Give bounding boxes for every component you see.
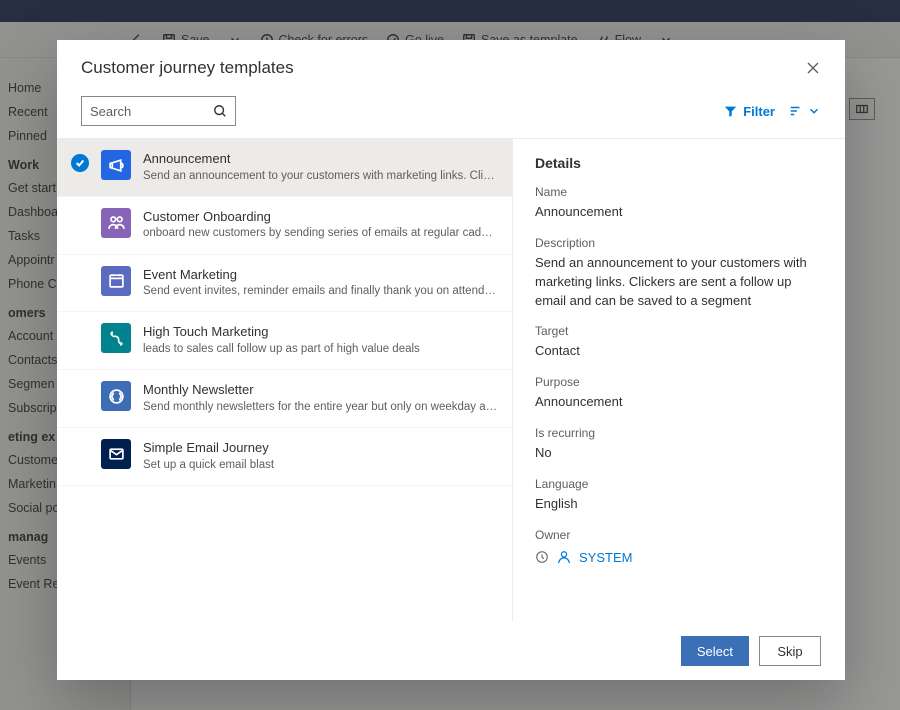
selection-indicator	[71, 154, 89, 172]
detail-name-label: Name	[535, 185, 823, 199]
template-picker-modal: Customer journey templates Search Filter…	[57, 40, 845, 680]
clock-icon	[535, 550, 549, 564]
template-description: Send an announcement to your customers w…	[143, 168, 498, 185]
template-name: Monthly Newsletter	[143, 381, 498, 399]
selection-indicator	[71, 270, 89, 288]
detail-owner-value[interactable]: SYSTEM	[579, 550, 632, 565]
template-list: AnnouncementSend an announcement to your…	[57, 139, 512, 622]
template-name: Event Marketing	[143, 266, 498, 284]
email-icon	[101, 439, 131, 469]
template-description: Set up a quick email blast	[143, 457, 498, 474]
skip-button[interactable]: Skip	[759, 636, 821, 666]
close-icon	[807, 62, 819, 74]
modal-title: Customer journey templates	[81, 58, 294, 78]
selection-indicator	[71, 212, 89, 230]
search-placeholder: Search	[90, 104, 131, 119]
selection-indicator	[71, 327, 89, 345]
detail-description-label: Description	[535, 236, 823, 250]
template-name: Announcement	[143, 150, 498, 168]
template-item[interactable]: Event MarketingSend event invites, remin…	[57, 255, 512, 313]
template-description: leads to sales call follow up as part of…	[143, 341, 498, 358]
details-header: Details	[535, 155, 823, 171]
event-icon	[101, 266, 131, 296]
template-name: Customer Onboarding	[143, 208, 498, 226]
detail-purpose-label: Purpose	[535, 375, 823, 389]
detail-recurring-value: No	[535, 444, 823, 463]
detail-recurring-label: Is recurring	[535, 426, 823, 440]
announcement-icon	[101, 150, 131, 180]
newsletter-icon	[101, 381, 131, 411]
template-item[interactable]: Customer Onboardingonboard new customers…	[57, 197, 512, 255]
person-icon	[557, 550, 571, 564]
selection-indicator	[71, 443, 89, 461]
detail-target-label: Target	[535, 324, 823, 338]
detail-language-label: Language	[535, 477, 823, 491]
filter-icon	[724, 105, 737, 118]
search-icon	[213, 104, 227, 118]
search-input[interactable]: Search	[81, 96, 236, 126]
detail-target-value: Contact	[535, 342, 823, 361]
template-description: Send monthly newsletters for the entire …	[143, 399, 498, 416]
selection-indicator	[71, 385, 89, 403]
close-button[interactable]	[803, 58, 823, 78]
detail-language-value: English	[535, 495, 823, 514]
sort-icon[interactable]	[789, 104, 803, 118]
template-description: Send event invites, reminder emails and …	[143, 283, 498, 300]
chevron-down-icon[interactable]	[807, 104, 821, 118]
template-item[interactable]: High Touch Marketingleads to sales call …	[57, 312, 512, 370]
template-item[interactable]: Simple Email JourneySet up a quick email…	[57, 428, 512, 486]
detail-owner-label: Owner	[535, 528, 823, 542]
template-item[interactable]: AnnouncementSend an announcement to your…	[57, 139, 512, 197]
onboarding-icon	[101, 208, 131, 238]
template-name: Simple Email Journey	[143, 439, 498, 457]
template-item[interactable]: Monthly NewsletterSend monthly newslette…	[57, 370, 512, 428]
detail-description-value: Send an announcement to your customers w…	[535, 254, 823, 311]
template-description: onboard new customers by sending series …	[143, 225, 498, 242]
template-name: High Touch Marketing	[143, 323, 498, 341]
details-pane: Details Name Announcement Description Se…	[512, 139, 845, 622]
detail-purpose-value: Announcement	[535, 393, 823, 412]
filter-button[interactable]: Filter	[724, 104, 775, 119]
select-button[interactable]: Select	[681, 636, 749, 666]
hightouch-icon	[101, 323, 131, 353]
detail-name-value: Announcement	[535, 203, 823, 222]
